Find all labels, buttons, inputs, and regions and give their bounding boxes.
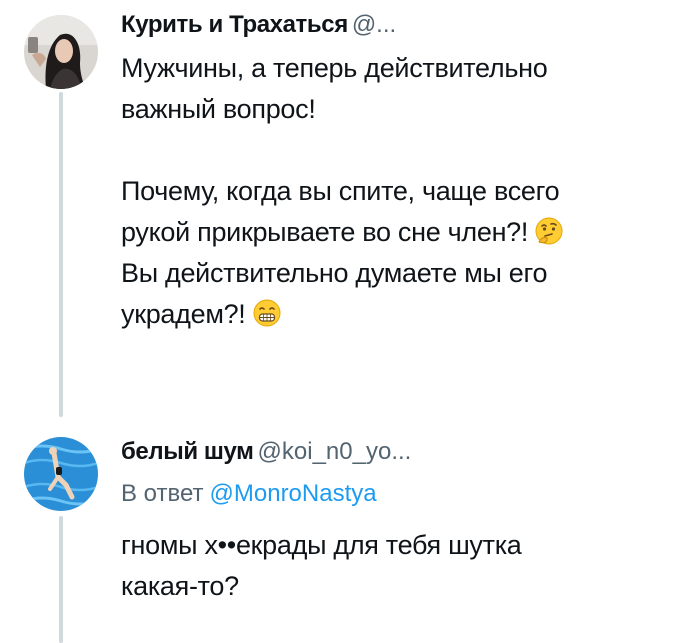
tweet-line: какая-то?	[121, 571, 239, 601]
tweet-line: Вы действительно думаете мы его	[121, 258, 548, 288]
tweet-header: Курить и Трахаться @...	[121, 10, 396, 40]
tweet-line-text: рукой прикрываете во сне член?!	[121, 217, 529, 247]
tweet-line: Почему, когда вы спите, чаще всего	[121, 176, 560, 206]
display-name[interactable]: белый шум	[121, 438, 254, 465]
user-handle[interactable]: @koi_n0_yo...	[258, 438, 412, 465]
tweet-body: Мужчины, а теперь действительно важный в…	[121, 48, 564, 335]
swimmer-pool-icon	[24, 437, 98, 511]
thread-connector-line-bottom	[59, 516, 63, 643]
avatar[interactable]	[24, 437, 98, 511]
tweet-line: Мужчины, а теперь действительно	[121, 53, 548, 83]
reply-context: В ответ @MonroNastya	[121, 479, 377, 509]
tweet-body: гномы х••екрады для тебя шутка какая-то?	[121, 525, 522, 607]
tweet-line: гномы х••екрады для тебя шутка	[121, 530, 522, 560]
reply-label: В ответ	[121, 480, 204, 507]
tweet-header: белый шум @koi_n0_yo...	[121, 437, 411, 467]
thread-connector-line	[59, 92, 63, 417]
tweet-line-with-emoji: украдем?!	[121, 294, 564, 335]
reply-handle-link[interactable]: @MonroNastya	[210, 480, 377, 507]
user-handle[interactable]: @...	[352, 11, 396, 38]
display-name[interactable]: Курить и Трахаться	[121, 11, 348, 38]
avatar[interactable]	[24, 15, 98, 89]
grinning-face-emoji-icon	[252, 298, 282, 328]
thinking-face-emoji-icon	[534, 216, 564, 246]
woman-portrait-icon	[24, 15, 98, 89]
tweet-line-text: украдем?!	[121, 299, 246, 329]
tweet-line: важный вопрос!	[121, 94, 316, 124]
tweet-line-with-emoji: рукой прикрываете во сне член?!	[121, 212, 564, 253]
